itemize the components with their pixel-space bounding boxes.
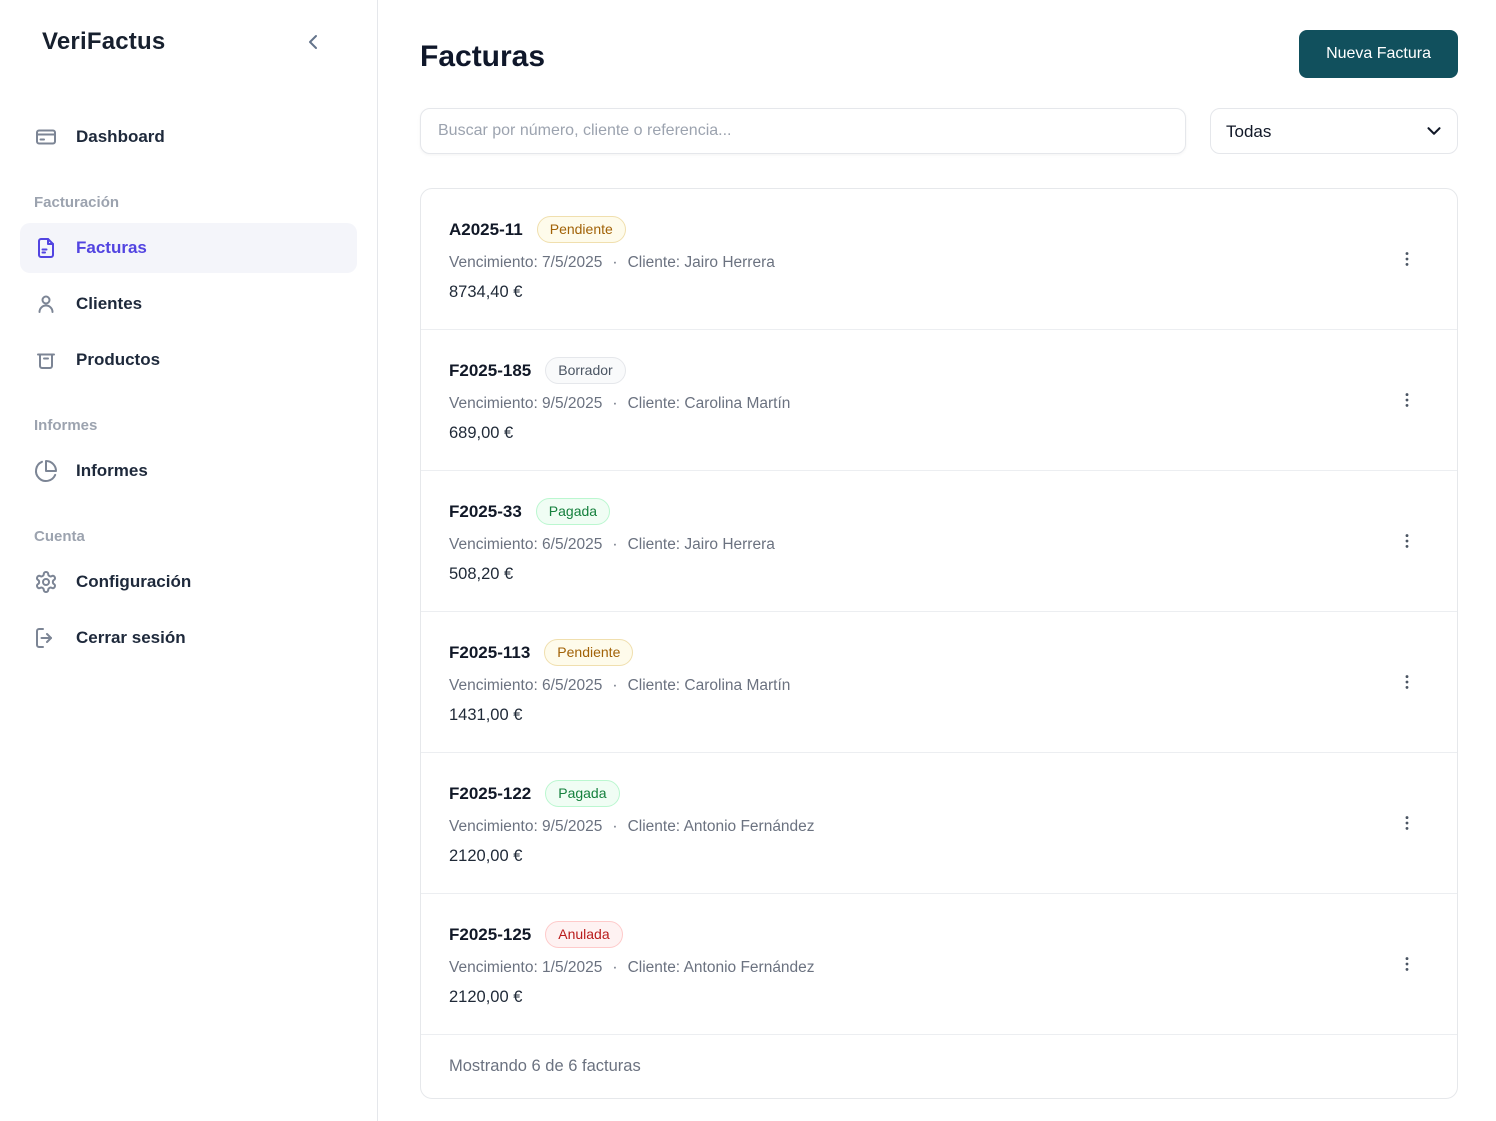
status-badge: Pendiente: [537, 216, 626, 243]
sidebar-item-productos[interactable]: Productos: [20, 335, 357, 385]
app-logo: VeriFactus: [42, 28, 165, 56]
invoice-amount: 689,00 €: [449, 424, 790, 443]
invoice-amount: 1431,00 €: [449, 706, 790, 725]
invoice-row[interactable]: F2025-33 Pagada Vencimiento: 6/5/2025 · …: [421, 471, 1457, 612]
row-actions-button[interactable]: [1391, 807, 1423, 839]
invoice-client: Cliente: Jairo Herrera: [628, 536, 775, 554]
sidebar-section-cuenta: Cuenta: [34, 528, 343, 545]
search-input[interactable]: [420, 108, 1186, 154]
kebab-icon: [1397, 672, 1417, 692]
invoice-due-date: Vencimiento: 6/5/2025: [449, 536, 602, 554]
sidebar: VeriFactus Dashboard Facturación Factura…: [0, 0, 378, 1121]
invoice-due-date: Vencimiento: 6/5/2025: [449, 677, 602, 695]
sidebar-item-clientes[interactable]: Clientes: [20, 279, 357, 329]
invoice-row[interactable]: A2025-11 Pendiente Vencimiento: 7/5/2025…: [421, 189, 1457, 330]
invoice-amount: 508,20 €: [449, 565, 775, 584]
meta-separator: ·: [612, 959, 617, 977]
chevron-left-icon: [301, 30, 325, 54]
sidebar-item-informes[interactable]: Informes: [20, 446, 357, 496]
invoice-client: Cliente: Antonio Fernández: [628, 959, 815, 977]
sidebar-item-label: Productos: [76, 350, 160, 370]
invoice-due-date: Vencimiento: 1/5/2025: [449, 959, 602, 977]
invoice-due-date: Vencimiento: 9/5/2025: [449, 818, 602, 836]
invoice-number: F2025-113: [449, 643, 530, 663]
sidebar-item-facturas[interactable]: Facturas: [20, 223, 357, 273]
invoice-number: F2025-185: [449, 361, 531, 381]
row-actions-button[interactable]: [1391, 666, 1423, 698]
sidebar-collapse-button[interactable]: [301, 30, 325, 54]
meta-separator: ·: [612, 395, 617, 413]
meta-separator: ·: [612, 818, 617, 836]
sidebar-item-label: Clientes: [76, 294, 142, 314]
invoice-amount: 2120,00 €: [449, 988, 815, 1007]
invoice-document-icon: [34, 236, 58, 260]
status-filter-select[interactable]: Todas: [1210, 108, 1458, 154]
page-title: Facturas: [420, 30, 545, 74]
invoice-client: Cliente: Carolina Martín: [628, 395, 791, 413]
status-badge: Pendiente: [544, 639, 633, 666]
invoice-amount: 8734,40 €: [449, 283, 775, 302]
sidebar-item-label: Informes: [76, 461, 148, 481]
invoice-client: Cliente: Carolina Martín: [628, 677, 791, 695]
status-badge: Pagada: [545, 780, 619, 807]
invoice-due-date: Vencimiento: 7/5/2025: [449, 254, 602, 272]
kebab-icon: [1397, 954, 1417, 974]
user-icon: [34, 292, 58, 316]
sidebar-nav: Dashboard Facturación Facturas Clientes …: [20, 112, 357, 663]
invoice-list: A2025-11 Pendiente Vencimiento: 7/5/2025…: [420, 188, 1458, 1099]
logout-icon: [34, 626, 58, 650]
sidebar-item-label: Configuración: [76, 572, 191, 592]
invoice-number: F2025-125: [449, 925, 531, 945]
kebab-icon: [1397, 813, 1417, 833]
invoice-row[interactable]: F2025-185 Borrador Vencimiento: 9/5/2025…: [421, 330, 1457, 471]
invoice-due-date: Vencimiento: 9/5/2025: [449, 395, 602, 413]
kebab-icon: [1397, 390, 1417, 410]
sidebar-header: VeriFactus: [20, 28, 357, 56]
credit-card-icon: [34, 125, 58, 149]
kebab-icon: [1397, 531, 1417, 551]
meta-separator: ·: [612, 254, 617, 272]
row-actions-button[interactable]: [1391, 384, 1423, 416]
sidebar-item-dashboard[interactable]: Dashboard: [20, 112, 357, 162]
new-invoice-button[interactable]: Nueva Factura: [1299, 30, 1458, 78]
status-filter: Todas: [1210, 108, 1458, 154]
status-badge: Pagada: [536, 498, 610, 525]
invoice-number: F2025-122: [449, 784, 531, 804]
invoice-row[interactable]: F2025-125 Anulada Vencimiento: 1/5/2025 …: [421, 894, 1457, 1035]
sidebar-section-facturacion: Facturación: [34, 194, 343, 211]
row-actions-button[interactable]: [1391, 948, 1423, 980]
invoice-row[interactable]: F2025-113 Pendiente Vencimiento: 6/5/202…: [421, 612, 1457, 753]
sidebar-item-label: Cerrar sesión: [76, 628, 186, 648]
list-summary: Mostrando 6 de 6 facturas: [421, 1035, 1457, 1098]
row-actions-button[interactable]: [1391, 243, 1423, 275]
status-badge: Anulada: [545, 921, 622, 948]
kebab-icon: [1397, 249, 1417, 269]
sidebar-section-informes: Informes: [34, 417, 343, 434]
sidebar-item-label: Dashboard: [76, 127, 165, 147]
sidebar-item-label: Facturas: [76, 238, 147, 258]
invoice-number: A2025-11: [449, 220, 523, 240]
main-content: Facturas Nueva Factura Todas A2025-11 Pe…: [378, 0, 1496, 1121]
box-icon: [34, 348, 58, 372]
invoice-row[interactable]: F2025-122 Pagada Vencimiento: 9/5/2025 ·…: [421, 753, 1457, 894]
gear-icon: [34, 570, 58, 594]
invoice-number: F2025-33: [449, 502, 522, 522]
invoice-amount: 2120,00 €: [449, 847, 815, 866]
status-badge: Borrador: [545, 357, 625, 384]
invoice-client: Cliente: Jairo Herrera: [628, 254, 775, 272]
sidebar-item-configuracion[interactable]: Configuración: [20, 557, 357, 607]
meta-separator: ·: [612, 677, 617, 695]
invoice-client: Cliente: Antonio Fernández: [628, 818, 815, 836]
row-actions-button[interactable]: [1391, 525, 1423, 557]
pie-chart-icon: [34, 459, 58, 483]
sidebar-item-cerrar-sesion[interactable]: Cerrar sesión: [20, 613, 357, 663]
meta-separator: ·: [612, 536, 617, 554]
